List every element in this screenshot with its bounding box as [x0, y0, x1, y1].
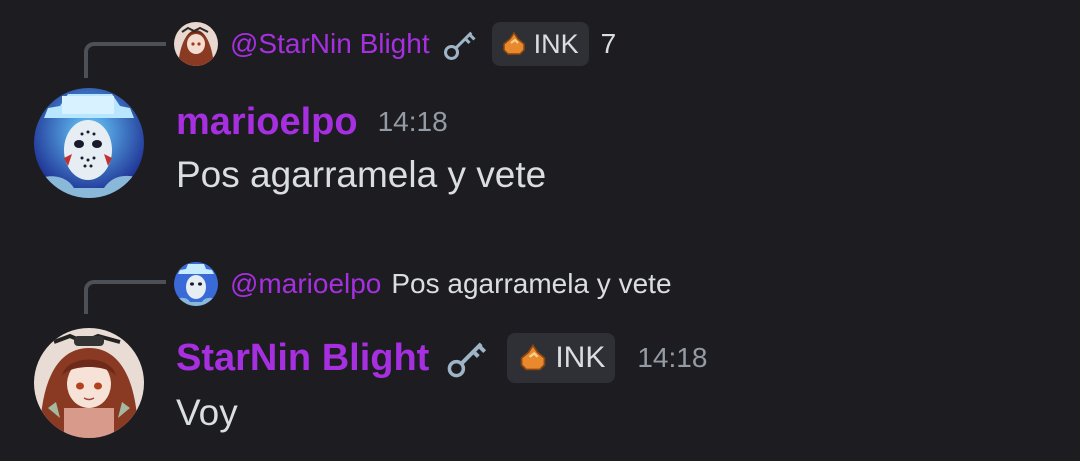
tag-label: INK	[533, 28, 579, 59]
reply-reference[interactable]: @marioelpo Pos agarramela y vete	[174, 260, 672, 308]
message: @StarNin Blight INK 7 marioelpo 14:18 Po…	[0, 0, 1080, 230]
role-tag[interactable]: INK	[507, 333, 616, 383]
reply-avatar[interactable]	[174, 262, 218, 306]
ink-blob-icon	[521, 343, 546, 371]
key-icon	[443, 31, 476, 60]
reply-avatar[interactable]	[174, 22, 218, 66]
username[interactable]: marioelpo	[176, 101, 358, 144]
timestamp[interactable]: 14:18	[637, 342, 707, 374]
username[interactable]: StarNin Blight	[176, 337, 429, 380]
user-avatar[interactable]	[34, 328, 144, 438]
message-header: StarNin Blight INK 14:18	[176, 330, 707, 386]
timestamp[interactable]: 14:18	[378, 106, 448, 138]
message-text: Voy	[176, 392, 238, 433]
ink-blob-icon	[502, 31, 525, 55]
reply-author-name[interactable]: @StarNin Blight	[230, 28, 430, 60]
tag-label: INK	[555, 341, 606, 374]
message-text: Pos agarramela y vete	[176, 154, 547, 195]
key-icon	[447, 342, 487, 378]
user-avatar[interactable]	[34, 88, 144, 198]
message-header: marioelpo 14:18	[176, 94, 448, 150]
tag-count: 7	[600, 28, 617, 59]
role-tag[interactable]: INK	[491, 22, 589, 66]
reply-author-name[interactable]: @marioelpo	[230, 268, 381, 300]
reply-spine	[84, 42, 166, 78]
chat-view: @StarNin Blight INK 7 marioelpo 14:18 Po…	[0, 0, 1080, 461]
reply-reference[interactable]: @StarNin Blight INK 7	[174, 20, 616, 68]
message: @marioelpo Pos agarramela y vete StarNin…	[0, 238, 1080, 461]
reply-spine	[84, 280, 166, 314]
reply-preview-text[interactable]: Pos agarramela y vete	[391, 268, 671, 300]
